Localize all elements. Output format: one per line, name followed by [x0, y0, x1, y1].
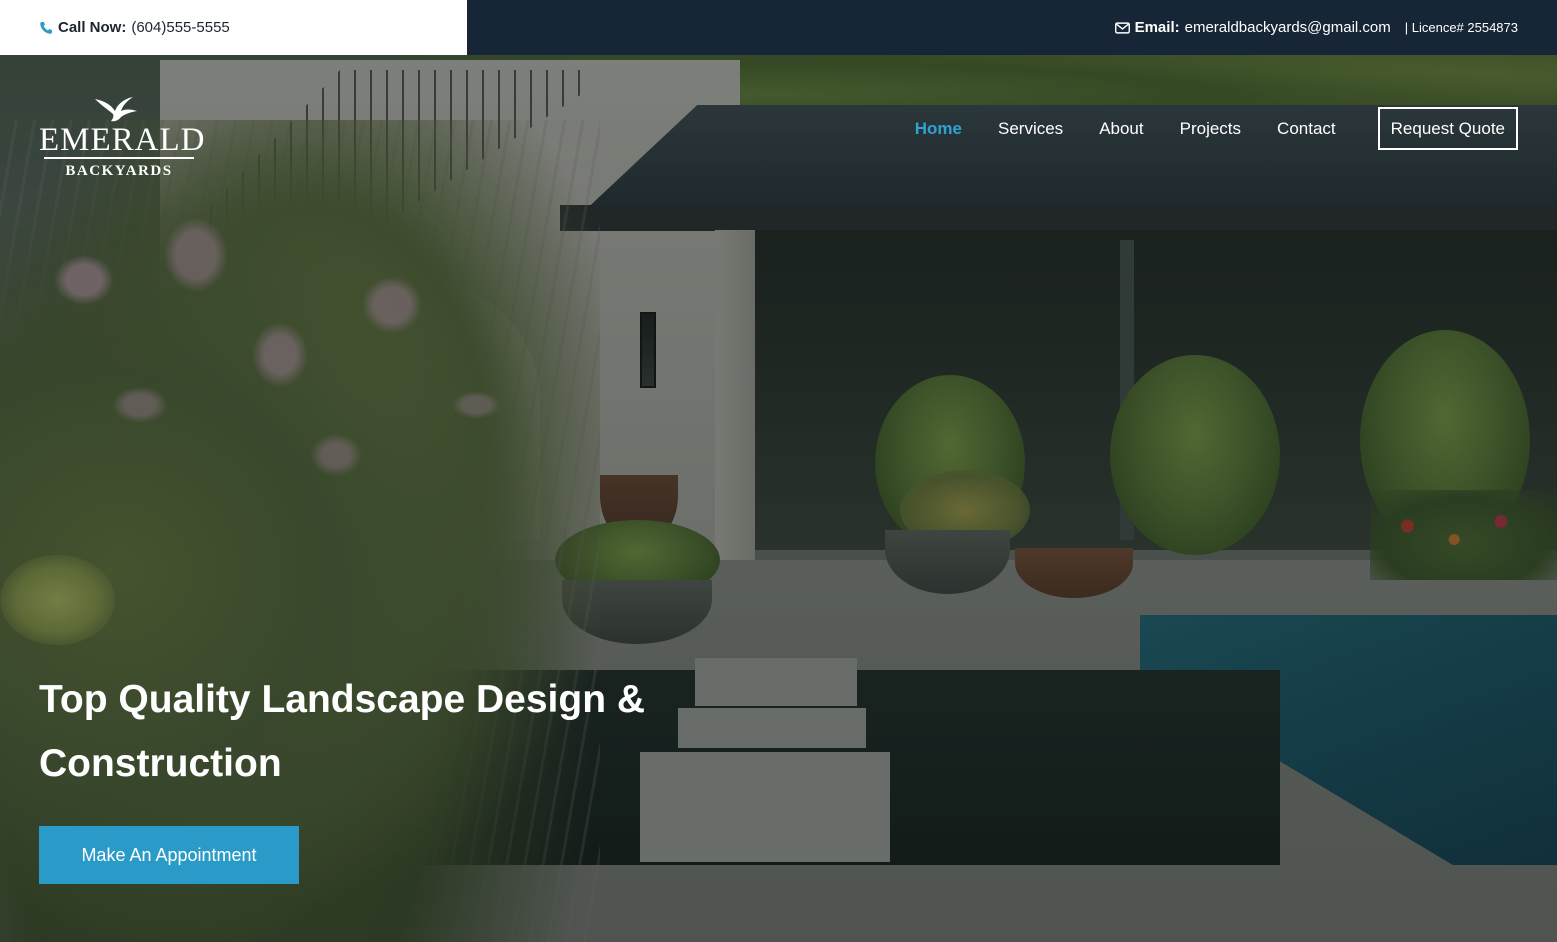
email-label: Email:	[1134, 19, 1180, 36]
site-logo[interactable]: EMERALD BACKYARDS	[39, 95, 206, 180]
top-bar: Call Now: (604)555-5555 Email: emeraldba…	[0, 0, 1557, 55]
call-now-label: Call Now:	[58, 19, 127, 36]
top-bar-contact-email: Email: emeraldbackyards@gmail.com | Lice…	[467, 0, 1557, 55]
logo-sub-text: BACKYARDS	[44, 157, 194, 180]
nav-item-projects[interactable]: Projects	[1180, 119, 1241, 139]
nav-item-services[interactable]: Services	[998, 119, 1063, 139]
licence-number: | Licence# 2554873	[1404, 20, 1518, 35]
hero-title: Top Quality Landscape Design & Construct…	[39, 668, 719, 796]
hero-title-line-1: Top Quality Landscape Design &	[39, 678, 646, 721]
nav-item-contact[interactable]: Contact	[1277, 119, 1336, 139]
envelope-icon	[1114, 21, 1130, 34]
make-appointment-button[interactable]: Make An Appointment	[39, 826, 299, 884]
email-link[interactable]: emeraldbackyards@gmail.com	[1185, 19, 1391, 36]
top-bar-contact-phone: Call Now: (604)555-5555	[0, 0, 467, 55]
phone-icon	[40, 21, 52, 34]
main-nav: Home Services About Projects Contact Req…	[879, 107, 1518, 150]
nav-item-about[interactable]: About	[1099, 119, 1143, 139]
request-quote-button[interactable]: Request Quote	[1377, 107, 1518, 150]
nav-item-home[interactable]: Home	[915, 119, 962, 139]
logo-brand-text: EMERALD	[39, 122, 206, 158]
bird-icon	[95, 97, 137, 122]
hero-title-line-2: Construction	[39, 742, 282, 785]
phone-link[interactable]: (604)555-5555	[131, 19, 229, 36]
